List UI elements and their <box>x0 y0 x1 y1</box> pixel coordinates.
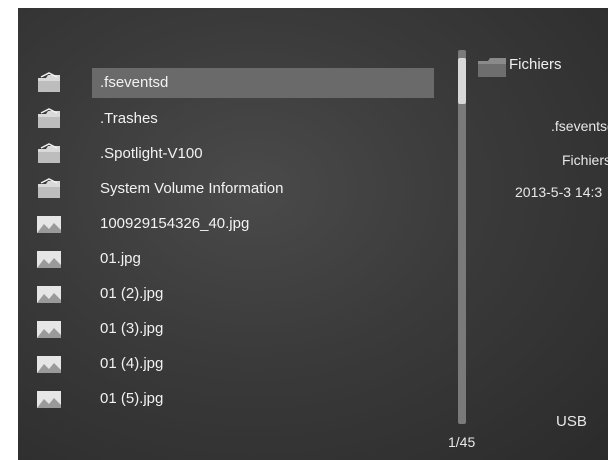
list-item-label: 01 (2).jpg <box>100 285 164 302</box>
list-item-label: 100929154326_40.jpg <box>100 215 250 232</box>
folder-icon <box>478 58 506 77</box>
media-browser-screen: .fseventsd .Trashes .Spotlight-V100 Syst… <box>18 8 608 460</box>
list-item-label: 01.jpg <box>100 250 141 267</box>
list-item-label: 01 (5).jpg <box>100 390 164 407</box>
file-count: Fichiers:3 <box>562 152 608 168</box>
list-item[interactable]: 01 (5).jpg <box>36 384 436 414</box>
page-indicator: 1/45 <box>448 434 476 450</box>
scrollbar[interactable] <box>458 50 466 424</box>
image-file-icon <box>37 356 61 373</box>
list-item[interactable]: System Volume Information <box>36 174 436 204</box>
list-item[interactable]: 01.jpg <box>36 244 436 274</box>
list-item-label: 01 (3).jpg <box>100 320 164 337</box>
list-item-label: 01 (4).jpg <box>100 355 164 372</box>
folder-icon <box>38 178 60 198</box>
list-item[interactable]: .Spotlight-V100 <box>36 139 436 169</box>
info-title: Fichiers <box>509 56 562 73</box>
image-file-icon <box>37 321 61 338</box>
folder-icon <box>38 108 60 128</box>
list-item-label: .fseventsd <box>92 68 434 98</box>
info-panel: Fichiers .fseventsd Fichiers:3 2013-5-3 … <box>473 8 608 460</box>
modified-date: 2013-5-3 14:3 <box>515 184 603 200</box>
scrollbar-thumb[interactable] <box>458 58 466 104</box>
list-item-label: .Trashes <box>100 110 158 127</box>
list-item[interactable]: 01 (2).jpg <box>36 279 436 309</box>
image-file-icon <box>37 286 61 303</box>
list-item-label: System Volume Information <box>100 180 284 197</box>
list-item[interactable]: 01 (4).jpg <box>36 349 436 379</box>
list-item-label: .Spotlight-V100 <box>100 145 203 162</box>
selected-item-name: .fseventsd <box>551 118 608 134</box>
image-file-icon <box>37 391 61 408</box>
list-item[interactable]: .fseventsd <box>36 68 436 98</box>
folder-icon <box>38 143 60 163</box>
image-file-icon <box>37 216 61 233</box>
list-item[interactable]: .Trashes <box>36 104 436 134</box>
file-list: .fseventsd .Trashes .Spotlight-V100 Syst… <box>18 8 438 460</box>
list-item[interactable]: 01 (3).jpg <box>36 314 436 344</box>
folder-icon <box>38 72 60 92</box>
image-file-icon <box>37 251 61 268</box>
storage-device: USB <box>556 413 587 430</box>
list-item[interactable]: 100929154326_40.jpg <box>36 209 436 239</box>
